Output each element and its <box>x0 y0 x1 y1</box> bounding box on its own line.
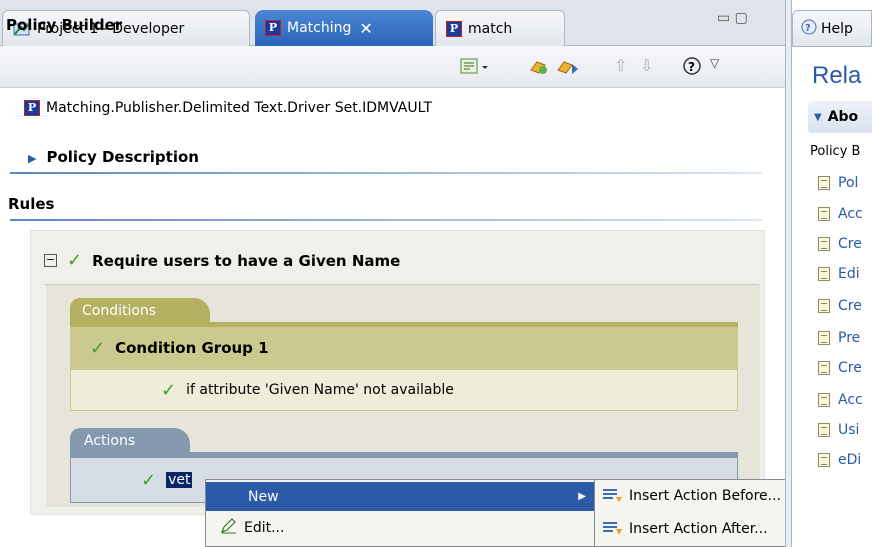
help-link-label: Edi <box>838 266 860 282</box>
help-link[interactable]: Acc <box>818 202 863 226</box>
menu-item-label: Insert Action Before... <box>629 488 782 504</box>
document-icon <box>818 331 830 345</box>
checkmark-icon: ✓ <box>141 469 157 491</box>
help-link-label: Acc <box>838 392 863 408</box>
help-link[interactable]: Usi <box>818 418 859 442</box>
section-divider <box>10 172 762 174</box>
close-icon[interactable]: ✕ <box>359 19 372 38</box>
help-link-label: Usi <box>838 422 860 438</box>
document-icon <box>818 237 830 251</box>
help-link[interactable]: Pre <box>818 326 860 350</box>
expand-arrow-icon: ▶ <box>28 152 37 165</box>
tab-match[interactable]: P match <box>435 10 565 46</box>
driver-path: P Matching.Publisher.Delimited Text.Driv… <box>24 100 432 116</box>
menu-item-label: New <box>248 488 279 505</box>
chevron-down-icon[interactable]: ▽ <box>710 56 719 80</box>
help-link-label: Pre <box>838 330 861 346</box>
policy-icon: P <box>265 20 281 36</box>
rule-title: Require users to have a Given Name <box>92 251 401 270</box>
help-link-label: eDi <box>838 452 862 468</box>
help-heading: Rela <box>812 62 862 89</box>
actions-tab: Actions <box>70 428 190 454</box>
condition-text: if attribute 'Given Name' not available <box>186 382 454 398</box>
document-icon <box>818 176 830 190</box>
add-rule-icon[interactable] <box>528 56 550 80</box>
move-up-icon[interactable]: ⇧ <box>614 56 627 80</box>
policy-builder-header <box>0 46 785 88</box>
checkmark-icon: ✓ <box>90 337 106 359</box>
action-text-selected[interactable]: vet <box>166 472 193 488</box>
page-title: Policy Builder <box>6 16 123 34</box>
menu-item-edit[interactable]: Edit... <box>206 513 594 542</box>
tab-help[interactable]: ? Help <box>792 10 872 46</box>
section-divider <box>10 219 762 221</box>
help-link[interactable]: eDi <box>818 448 861 472</box>
document-icon <box>818 267 830 281</box>
help-link-label: Cre <box>838 360 862 376</box>
rules-heading: Rules <box>8 195 55 213</box>
document-icon <box>818 299 830 313</box>
help-link-label: Acc <box>838 206 863 222</box>
help-icon: ? <box>801 19 817 39</box>
condition-group-label: Condition Group 1 <box>115 339 269 357</box>
tab-matching[interactable]: P Matching ✕ <box>255 10 433 46</box>
tab-label: Help <box>821 20 853 37</box>
menu-item-label: Insert Action After... <box>629 521 768 537</box>
svg-text:?: ? <box>805 23 811 34</box>
help-icon[interactable]: ? <box>682 56 702 80</box>
svg-text:?: ? <box>688 60 695 74</box>
document-icon <box>818 361 830 375</box>
document-icon <box>818 453 830 467</box>
about-section-toggle[interactable]: ▼ Abo <box>808 101 872 133</box>
insert-rule-icon[interactable] <box>555 56 581 80</box>
help-link[interactable]: Pol <box>818 171 858 195</box>
help-link-label: Cre <box>838 298 862 314</box>
help-link[interactable]: Cre <box>818 356 862 380</box>
help-link-label: Pol <box>838 175 859 191</box>
submenu-arrow-icon: ▶ <box>578 491 586 502</box>
insert-before-icon <box>601 487 623 505</box>
collapse-arrow-icon: ▼ <box>814 111 822 123</box>
help-link-label: Cre <box>838 236 862 252</box>
minimize-maximize-icon[interactable]: ▭ ▢ <box>717 10 777 34</box>
driver-path-text: Matching.Publisher.Delimited Text.Driver… <box>46 100 433 116</box>
policy-icon: P <box>24 100 40 116</box>
menu-item-insert-action-after[interactable]: Insert Action After... <box>601 516 768 542</box>
policy-description-label: Policy Description <box>46 148 199 166</box>
help-section-text: Policy B <box>810 144 861 159</box>
view-menu-icon[interactable] <box>460 56 490 80</box>
conditions-tab: Conditions <box>70 298 210 324</box>
condition-row[interactable]: ✓ if attribute 'Given Name' not availabl… <box>70 369 738 411</box>
rule-header[interactable]: − ✓ Require users to have a Given Name <box>44 250 400 271</box>
menu-item-new[interactable]: New ▶ <box>206 482 594 511</box>
checkmark-icon: ✓ <box>67 250 83 271</box>
document-icon <box>818 393 830 407</box>
document-icon <box>818 423 830 437</box>
insert-after-icon <box>601 520 623 538</box>
condition-group[interactable]: ✓ Condition Group 1 <box>70 327 738 369</box>
collapse-icon[interactable]: − <box>44 254 57 267</box>
move-down-icon[interactable]: ⇩ <box>640 56 653 80</box>
help-link[interactable]: Acc <box>818 388 863 412</box>
checkmark-icon: ✓ <box>161 379 177 401</box>
menu-item-label: Edit... <box>244 519 285 536</box>
tab-label: Matching <box>287 20 352 36</box>
help-link[interactable]: Edi <box>818 262 860 286</box>
policy-icon: P <box>446 20 462 37</box>
about-label: Abo <box>827 109 859 125</box>
policy-description-toggle[interactable]: ▶ Policy Description <box>28 148 199 166</box>
pencil-icon <box>220 517 238 538</box>
help-tab-underline <box>791 46 872 47</box>
help-link[interactable]: Cre <box>818 294 862 318</box>
menu-item-insert-action-before[interactable]: Insert Action Before... <box>601 483 781 509</box>
context-menu: New ▶ Edit... <box>205 479 595 547</box>
document-icon <box>818 207 830 221</box>
tab-label: match <box>468 20 513 37</box>
help-link[interactable]: Cre <box>818 232 862 256</box>
